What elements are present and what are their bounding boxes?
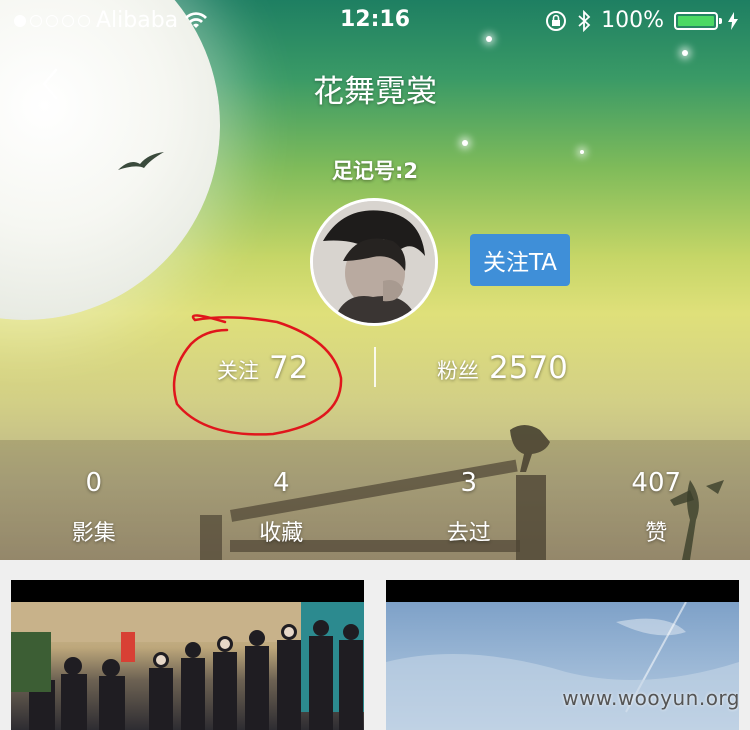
card-top-bar <box>386 580 739 602</box>
card-top-bar <box>11 580 364 602</box>
star-decoration <box>580 150 584 154</box>
stat-divider <box>374 347 376 387</box>
sky-photo-image <box>386 602 739 730</box>
count-value: 4 <box>188 465 376 501</box>
charging-icon <box>728 12 738 30</box>
followers-stat[interactable]: 粉丝 2570 <box>437 350 568 386</box>
counts-row: 0 影集 4 收藏 3 去过 407 赞 <box>0 465 750 547</box>
follow-button[interactable]: 关注TA <box>470 234 570 286</box>
photo-thumbnail <box>386 602 739 730</box>
star-decoration <box>682 50 688 56</box>
battery-percentage: 100% <box>601 8 664 33</box>
photo-thumbnail <box>11 602 364 730</box>
page-title: 花舞霓裳 <box>0 66 750 111</box>
status-bar: Alibaba 12:16 100% <box>0 0 750 40</box>
count-label: 去过 <box>375 515 563 547</box>
group-photo-image <box>11 602 364 730</box>
user-id: 足记号:2 <box>0 155 750 185</box>
photo-card[interactable] <box>11 580 364 730</box>
count-likes[interactable]: 407 赞 <box>563 465 750 547</box>
navigation-bar: 花舞霓裳 <box>0 60 750 110</box>
count-value: 0 <box>0 465 188 501</box>
battery-icon <box>674 12 718 30</box>
count-value: 407 <box>563 465 750 501</box>
count-albums[interactable]: 0 影集 <box>0 465 188 547</box>
followers-count: 2570 <box>489 350 568 386</box>
count-label: 赞 <box>563 515 750 547</box>
followers-label: 粉丝 <box>437 355 479 385</box>
watermark: www.wooyun.org <box>562 686 740 710</box>
rotation-lock-icon <box>545 10 567 32</box>
bluetooth-icon <box>577 10 591 32</box>
count-label: 收藏 <box>188 515 376 547</box>
star-decoration <box>462 140 468 146</box>
count-label: 影集 <box>0 515 188 547</box>
count-visited[interactable]: 3 去过 <box>375 465 563 547</box>
count-favorites[interactable]: 4 收藏 <box>188 465 376 547</box>
annotation-circle <box>165 300 355 440</box>
count-value: 3 <box>375 465 563 501</box>
